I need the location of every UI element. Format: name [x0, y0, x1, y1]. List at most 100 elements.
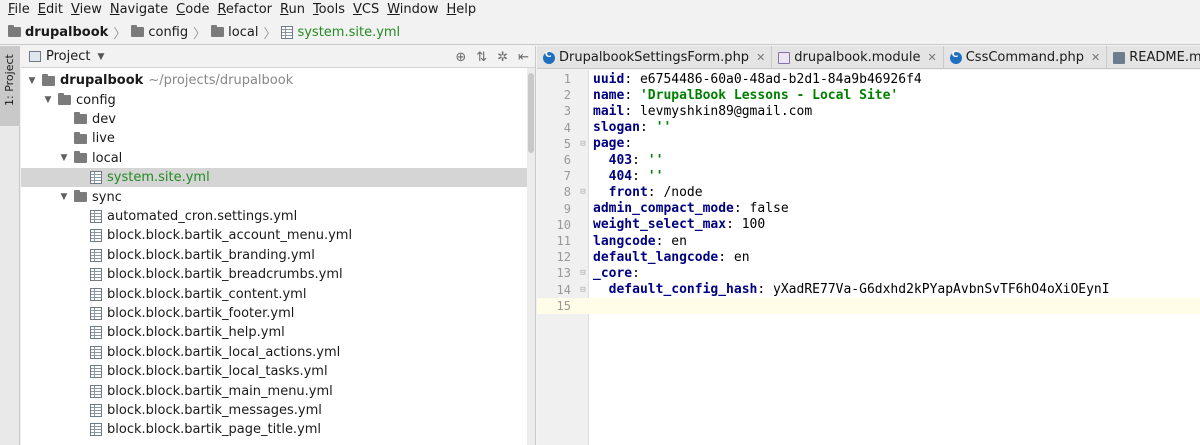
- menu-item[interactable]: Code: [172, 0, 213, 20]
- editor-tab[interactable]: DrupalbookSettingsForm.php ✕: [537, 46, 773, 69]
- tree-folder[interactable]: dev: [21, 110, 535, 129]
- tree-folder[interactable]: ▼ sync: [21, 187, 535, 206]
- code-editor[interactable]: 1 uuid: e6754486-60a0-48ad-b2d1-84a9b4692…: [537, 70, 1200, 445]
- code-text: 404: '': [589, 168, 664, 184]
- yaml-value: yXadRE77Va-G6dxhd2kPYapAvbnSvTF6hO4oXiOE…: [773, 282, 1110, 298]
- code-line[interactable]: 3 mail: levmyshkin89@gmail.com: [537, 103, 1200, 119]
- menu-item[interactable]: VCS: [349, 0, 383, 20]
- tab-label: drupalbook.module: [794, 50, 921, 65]
- code-text: admin_compact_mode: false: [593, 201, 789, 217]
- breadcrumb-item[interactable]: config: [131, 25, 188, 40]
- code-line[interactable]: 9 admin_compact_mode: false: [537, 201, 1200, 217]
- tree-scrollbar[interactable]: [527, 68, 535, 445]
- yaml-key: name: [593, 87, 625, 103]
- code-line[interactable]: 5 ⊟ page:: [537, 136, 1200, 152]
- fold-marker-icon[interactable]: ⊟: [577, 285, 589, 295]
- tree-folder[interactable]: ▼ drupalbook ~/projects/drupalbook: [21, 71, 535, 90]
- menu-item[interactable]: View: [67, 0, 106, 20]
- code-line[interactable]: 4 slogan: '': [537, 120, 1200, 136]
- hide-panel-icon[interactable]: ⇤: [518, 50, 529, 65]
- breadcrumb-item[interactable]: system.site.yml: [281, 25, 400, 40]
- tree-file[interactable]: block.block.bartik_messages.yml: [21, 401, 535, 420]
- fold-marker-icon[interactable]: ⊟: [577, 187, 589, 197]
- tree-file[interactable]: block.block.bartik_local_actions.yml: [21, 343, 535, 362]
- tree-file[interactable]: automated_cron.settings.yml: [21, 207, 535, 226]
- editor-tab[interactable]: drupalbook.module ✕: [772, 46, 944, 69]
- code-line[interactable]: 10 weight_select_max: 100: [537, 217, 1200, 233]
- breadcrumb-item[interactable]: drupalbook: [8, 25, 108, 40]
- tree-file[interactable]: block.block.bartik_main_menu.yml: [21, 381, 535, 400]
- breadcrumb-separator: 〉: [263, 26, 277, 42]
- code-line[interactable]: 14 ⊟ default_config_hash: yXadRE77Va-G6dx…: [537, 282, 1200, 298]
- code-line[interactable]: 7 404: '': [537, 168, 1200, 184]
- expand-arrow-icon[interactable]: ▼: [43, 95, 53, 105]
- locate-file-icon[interactable]: ⊕: [455, 50, 466, 65]
- tree-item-label: block.block.bartik_help.yml: [107, 325, 285, 341]
- tree-item-label: local: [92, 150, 123, 166]
- tree-file[interactable]: block.block.bartik_breadcrumbs.yml: [21, 265, 535, 284]
- project-tool-tab[interactable]: 1: Project: [0, 46, 20, 126]
- tree-file[interactable]: block.block.bartik_account_menu.yml: [21, 226, 535, 245]
- yaml-key: 404: [608, 168, 633, 184]
- tree-file[interactable]: block.block.bartik_content.yml: [21, 284, 535, 303]
- tree-file[interactable]: block.block.bartik_footer.yml: [21, 304, 535, 323]
- folder-icon: [74, 112, 87, 125]
- tree-item-label: config: [76, 92, 116, 108]
- fold-marker-icon[interactable]: ⊟: [577, 139, 589, 149]
- close-icon[interactable]: ✕: [928, 51, 937, 64]
- menu-item[interactable]: Run: [276, 0, 309, 20]
- code-line[interactable]: 11 langcode: en: [537, 233, 1200, 249]
- code-line[interactable]: 6 403: '': [537, 152, 1200, 168]
- project-view-selector[interactable]: Project: [46, 49, 90, 64]
- project-path: ~/projects/drupalbook: [148, 73, 294, 89]
- tree-folder[interactable]: ▼ config: [21, 90, 535, 109]
- expand-arrow-icon[interactable]: ▼: [59, 192, 69, 202]
- tree-folder[interactable]: live: [21, 129, 535, 148]
- fold-marker-icon[interactable]: ⊟: [577, 268, 589, 278]
- tree-folder[interactable]: ▼ local: [21, 149, 535, 168]
- tree-file[interactable]: block.block.bartik_branding.yml: [21, 246, 535, 265]
- tab-label: DrupalbookSettingsForm.php: [559, 50, 750, 65]
- tree-file[interactable]: block.block.bartik_help.yml: [21, 323, 535, 342]
- menu-item[interactable]: Navigate: [106, 0, 172, 20]
- code-line[interactable]: 2 name: 'DrupalBook Lessons - Local Site': [537, 87, 1200, 103]
- tree-file[interactable]: block.block.bartik_page_title.yml: [21, 420, 535, 439]
- tree-item-label: block.block.bartik_breadcrumbs.yml: [107, 267, 343, 283]
- editor-tab[interactable]: CssCommand.php ✕: [944, 46, 1108, 69]
- code-text: name: 'DrupalBook Lessons - Local Site': [593, 87, 899, 103]
- chevron-down-icon[interactable]: ▼: [97, 52, 104, 62]
- menu-item[interactable]: Window: [383, 0, 442, 20]
- project-tree: ▼ drupalbook ~/projects/drupalbook ▼ config d…: [21, 68, 535, 445]
- yaml-key: weight_select_max: [593, 217, 727, 233]
- collapse-all-icon[interactable]: ⇅: [476, 50, 487, 65]
- line-number: 6: [563, 153, 571, 168]
- line-number: 13: [556, 266, 571, 281]
- code-line[interactable]: 15: [537, 297, 1200, 314]
- yaml-key: 403: [608, 152, 633, 168]
- tree-item-label: block.block.bartik_content.yml: [107, 286, 307, 302]
- code-line[interactable]: 1 uuid: e6754486-60a0-48ad-b2d1-84a9b4692…: [537, 71, 1200, 87]
- tree-file[interactable]: block.block.bartik_local_tasks.yml: [21, 362, 535, 381]
- menu-item[interactable]: Tools: [309, 0, 349, 20]
- expand-arrow-icon[interactable]: ▼: [27, 76, 37, 86]
- menu-item[interactable]: File: [4, 0, 34, 20]
- scrollbar-thumb[interactable]: [528, 73, 534, 153]
- tree-file[interactable]: system.site.yml: [21, 168, 535, 188]
- code-line[interactable]: 8 ⊟ front: /node: [537, 184, 1200, 200]
- code-text: page:: [593, 136, 633, 152]
- menu-item[interactable]: Help: [443, 0, 481, 20]
- code-line[interactable]: 12 default_langcode: en: [537, 249, 1200, 265]
- breadcrumb: drupalbook 〉 config 〉 local 〉 system.site.yml: [0, 20, 1200, 45]
- close-icon[interactable]: ✕: [1091, 51, 1100, 64]
- tab-label: README.md: [1129, 50, 1200, 65]
- code-line[interactable]: 13 ⊟ _core:: [537, 265, 1200, 281]
- gear-icon[interactable]: ✲: [497, 50, 508, 65]
- editor-tab[interactable]: README.md: [1107, 46, 1200, 69]
- expand-arrow-icon[interactable]: ▼: [59, 153, 69, 163]
- breadcrumb-item[interactable]: local: [211, 25, 258, 40]
- menu-item[interactable]: Refactor: [213, 0, 276, 20]
- close-icon[interactable]: ✕: [756, 51, 765, 64]
- yaml-key: mail: [593, 103, 625, 119]
- menu-item[interactable]: Edit: [34, 0, 67, 20]
